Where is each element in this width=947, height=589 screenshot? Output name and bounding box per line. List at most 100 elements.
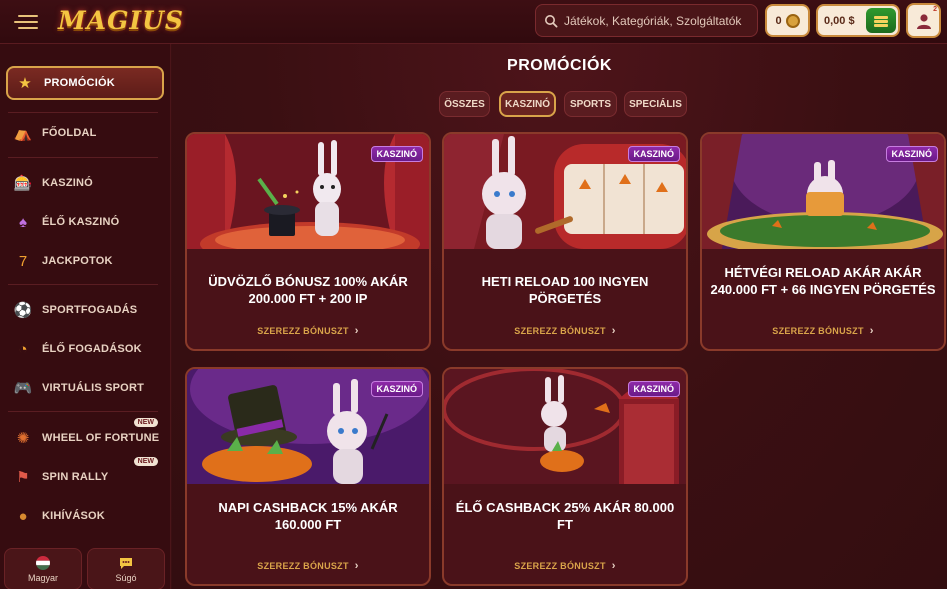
promo-image-slot-rabbit: KASZINÓ: [444, 134, 686, 249]
chevron-right-icon: ›: [869, 325, 874, 337]
link-label: SZEREZZ BÓNUSZT: [772, 326, 864, 336]
sidebar-item-label: ÉLŐ FOGADÁSOK: [42, 343, 142, 355]
new-badge: NEW: [133, 457, 158, 466]
sidebar-item-home[interactable]: ⛺ FŐOLDAL: [6, 116, 164, 150]
promo-image-rabbit-table: KASZINÓ: [702, 134, 944, 249]
divider: [8, 112, 158, 113]
sidebar-item-sports-betting[interactable]: ⚽ SPORTFOGADÁS: [6, 293, 164, 327]
chevron-right-icon: ›: [611, 325, 616, 337]
search-input[interactable]: [564, 13, 754, 28]
menu-icon[interactable]: [14, 12, 40, 32]
link-label: SZEREZZ BÓNUSZT: [514, 326, 606, 336]
promo-title: HETI RELOAD 100 INGYEN PÖRGETÉS: [481, 274, 649, 306]
claim-bonus-link[interactable]: SZEREZZ BÓNUSZT ›: [187, 325, 429, 337]
jackpot-icon: 7: [18, 252, 28, 270]
sidebar-item-label: SPIN RALLY: [42, 471, 109, 483]
chevron-right-icon: ›: [611, 560, 616, 572]
notification-badge: 2: [933, 6, 937, 13]
tab-all[interactable]: ÖSSZES: [439, 91, 490, 117]
sidebar-item-label: KIHÍVÁSOK: [42, 510, 105, 522]
category-badge: KASZINÓ: [627, 381, 680, 397]
sidebar-item-spin-rally[interactable]: ⚑ SPIN RALLY NEW: [6, 457, 164, 494]
sidebar-item-wheel-of-fortune[interactable]: ✺ WHEEL OF FORTUNE NEW: [6, 418, 164, 455]
flag-icon: ⚑: [16, 469, 30, 486]
language-button[interactable]: Magyar: [4, 548, 82, 589]
promo-card-live-cashback[interactable]: KASZINÓ ÉLŐ CASHBACK 25% AKÁR 80.000 FT …: [442, 367, 688, 586]
deposit-button[interactable]: [866, 8, 896, 33]
promo-title: NAPI CASHBACK 15% AKÁR 160.000 FT: [218, 500, 398, 532]
tent-icon: ⛺: [13, 125, 33, 142]
promo-card-weekly-reload[interactable]: KASZINÓ HETI RELOAD 100 INGYEN PÖRGETÉS …: [442, 132, 688, 351]
promo-title: HÉTVÉGI RELOAD AKÁR AKÁR 240.000 FT + 66…: [710, 265, 936, 297]
wheel-icon: ✺: [16, 430, 30, 447]
sidebar-item-jackpots[interactable]: 7 JACKPOTOK: [6, 244, 164, 278]
sidebar-item-label: FŐOLDAL: [42, 127, 97, 139]
link-label: SZEREZZ BÓNUSZT: [514, 561, 606, 571]
claim-bonus-link[interactable]: SZEREZZ BÓNUSZT ›: [444, 560, 686, 572]
page-title: PROMÓCIÓK: [507, 57, 612, 74]
promo-card-daily-cashback[interactable]: KASZINÓ NAPI CASHBACK 15% AKÁR 160.000 F…: [185, 367, 431, 586]
link-label: SZEREZZ BÓNUSZT: [257, 326, 349, 336]
sidebar-item-label: WHEEL OF FORTUNE: [42, 432, 160, 444]
promo-title: ÜDVÖZLŐ BÓNUSZ 100% AKÁR 200.000 FT + 20…: [208, 274, 408, 306]
search-icon: [545, 14, 558, 28]
claim-bonus-link[interactable]: SZEREZZ BÓNUSZT ›: [187, 560, 429, 572]
category-badge: KASZINÓ: [627, 146, 680, 162]
promo-image-top-hat-rabbit: KASZINÓ: [187, 369, 429, 484]
logo[interactable]: MAGIUS: [58, 4, 183, 38]
sidebar-item-label: KASZINÓ: [42, 177, 93, 189]
top-bar: MAGIUS 0 0,00 $ 2: [0, 0, 947, 44]
help-button[interactable]: Súgó: [87, 548, 165, 589]
sidebar-item-label: SPORTFOGADÁS: [42, 304, 138, 316]
bag-icon: ●: [18, 507, 28, 525]
language-label: Magyar: [27, 572, 58, 583]
coins-balance[interactable]: 0: [765, 4, 810, 37]
claim-bonus-link[interactable]: SZEREZZ BÓNUSZT ›: [444, 325, 686, 337]
balance-value: 0,00 $: [824, 14, 855, 27]
tab-casino[interactable]: KASZINÓ: [499, 91, 556, 117]
live-bet-icon: ◔: [18, 340, 28, 358]
sidebar-item-label: JACKPOTOK: [42, 255, 113, 267]
new-badge: NEW: [133, 418, 158, 427]
coin-icon: [785, 13, 800, 28]
slot-icon: 🎰: [13, 175, 33, 192]
promo-card-welcome-bonus[interactable]: KASZINÓ ÜDVÖZLŐ BÓNUSZ 100% AKÁR 200.000…: [185, 132, 431, 351]
chevron-right-icon: ›: [354, 560, 359, 572]
divider: [8, 157, 158, 158]
promo-image-magician-rabbit: KASZINÓ: [187, 134, 429, 249]
promo-card-weekend-reload[interactable]: KASZINÓ HÉTVÉGI RELOAD AKÁR AKÁR 240.000…: [700, 132, 946, 351]
category-badge: KASZINÓ: [885, 146, 938, 162]
sidebar-item-virtual-sports[interactable]: 🎮 VIRTUÁLIS SPORT: [6, 371, 164, 405]
tab-sports[interactable]: SPORTS: [564, 91, 617, 117]
profile-button[interactable]: 2: [906, 3, 941, 38]
search-bar[interactable]: [535, 4, 758, 37]
sidebar-item-live-casino[interactable]: ♠ ÉLŐ KASZINÓ: [6, 205, 164, 239]
claim-bonus-link[interactable]: SZEREZZ BÓNUSZT ›: [702, 325, 944, 337]
dealer-icon: ♠: [19, 213, 27, 231]
sport-icon: ⚽: [13, 302, 33, 319]
wallet-balance[interactable]: 0,00 $: [816, 4, 900, 37]
sidebar-item-challenges[interactable]: ● KIHÍVÁSOK: [6, 499, 164, 533]
category-badge: KASZINÓ: [370, 146, 423, 162]
sidebar-item-label: VIRTUÁLIS SPORT: [42, 382, 145, 394]
gamepad-icon: 🎮: [13, 380, 33, 397]
chevron-right-icon: ›: [354, 325, 359, 337]
link-label: SZEREZZ BÓNUSZT: [257, 561, 349, 571]
sidebar-item-label: PROMÓCIÓK: [44, 77, 115, 89]
user-icon: [916, 13, 931, 29]
main-content: PROMÓCIÓK ÖSSZES KASZINÓ SPORTS SPECIÁLI…: [172, 44, 947, 589]
sidebar-item-live-betting[interactable]: ◔ ÉLŐ FOGADÁSOK: [6, 332, 164, 366]
hungary-flag-icon: [36, 555, 50, 570]
coins-value: 0: [775, 14, 782, 27]
star-hat-icon: ★: [18, 75, 32, 92]
category-badge: KASZINÓ: [370, 381, 423, 397]
sidebar-item-casino[interactable]: 🎰 KASZINÓ: [6, 166, 164, 200]
promo-title: ÉLŐ CASHBACK 25% AKÁR 80.000 FT: [455, 500, 675, 532]
sidebar: ★ PROMÓCIÓK ⛺ FŐOLDAL 🎰 KASZINÓ ♠ ÉLŐ KA…: [0, 44, 171, 589]
promo-image-roulette-rabbit: KASZINÓ: [444, 369, 686, 484]
divider: [8, 284, 158, 285]
sidebar-item-promotions[interactable]: ★ PROMÓCIÓK: [6, 66, 164, 100]
tab-special[interactable]: SPECIÁLIS: [624, 91, 687, 117]
divider: [8, 411, 158, 412]
sidebar-item-label: ÉLŐ KASZINÓ: [42, 216, 120, 228]
